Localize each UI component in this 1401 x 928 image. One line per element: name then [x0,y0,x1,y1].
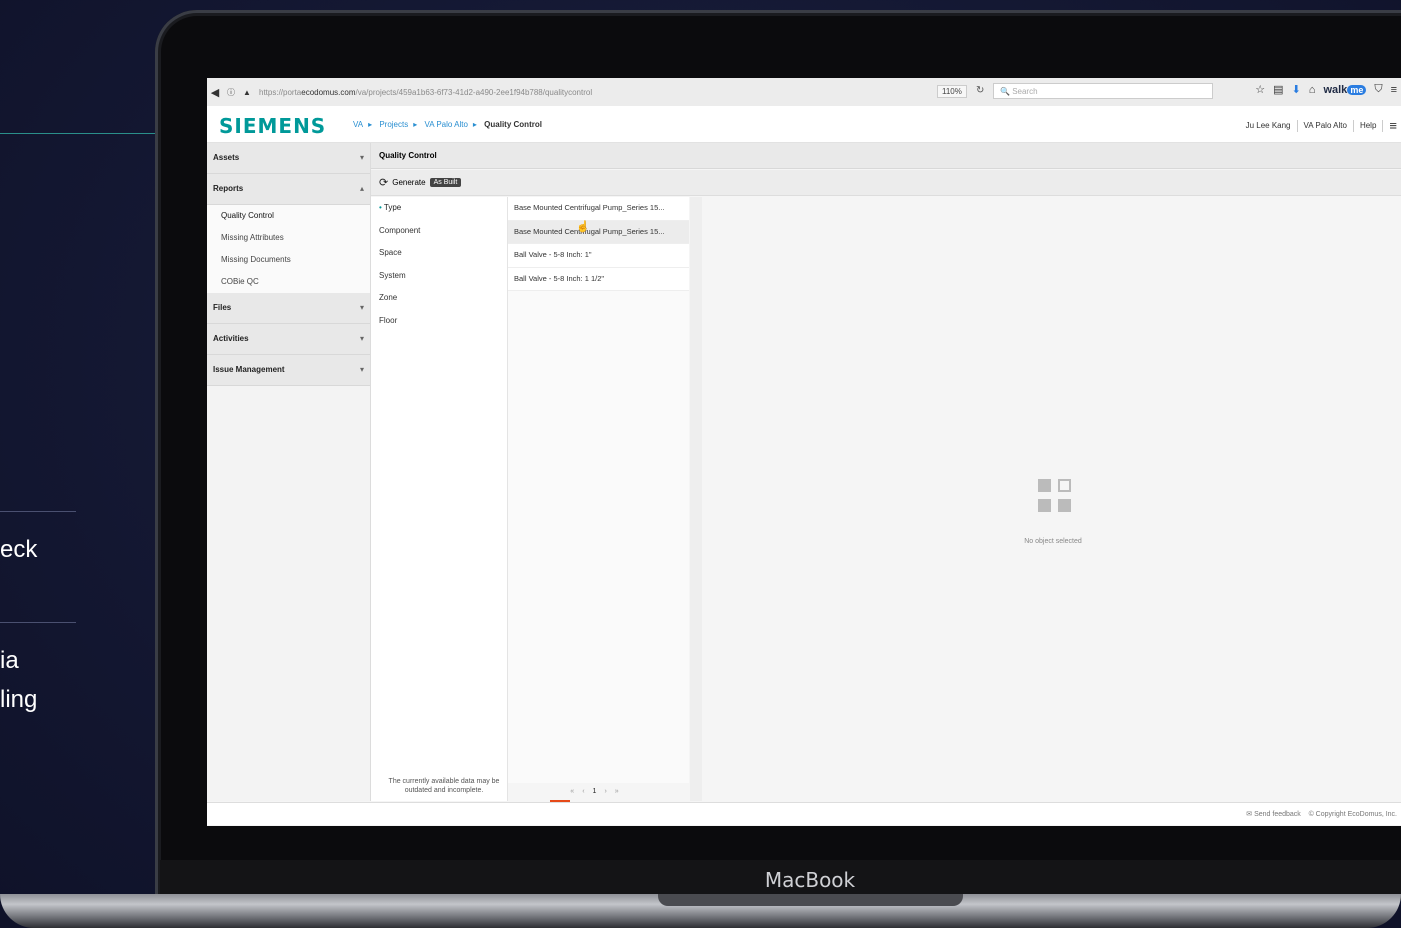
type-filter-space[interactable]: Space [371,242,507,265]
type-filter-floor[interactable]: Floor [371,310,507,333]
library-icon[interactable]: ▤ [1273,83,1283,96]
laptop-brand-label: MacBook [764,868,856,892]
sidebar-section-reports[interactable]: Reports ▴ [207,174,370,205]
refresh-icon[interactable]: ⟳ [379,176,388,189]
app-footer: ✉ Send feedback © Copyright EcoDomus, In… [207,802,1401,825]
sidebar-item-missing-attributes[interactable]: Missing Attributes [207,227,370,249]
send-feedback-link[interactable]: Send feedback [1254,811,1301,818]
list-item[interactable]: Base Mounted Centrifugal Pump_Series 15.… [508,220,689,244]
sidebar-section-activities[interactable]: Activities ▾ [207,324,370,355]
walkme-button[interactable]: walk me [1323,84,1367,96]
laptop-notch [658,894,963,906]
sidebar-section-assets[interactable]: Assets ▾ [207,143,370,174]
chevron-down-icon: ▾ [359,365,364,374]
help-link[interactable]: Help [1360,121,1376,130]
info-icon[interactable]: ⓘ [223,87,239,98]
slide-top-rule [0,133,160,134]
breadcrumb-va[interactable]: VA [353,120,363,129]
sidebar-section-issue-management[interactable]: Issue Management ▾ [207,355,370,386]
breadcrumb-separator-icon: ▸ [472,120,477,129]
prev-page-button[interactable]: ‹ [582,788,592,795]
chevron-down-icon: ▾ [359,334,364,343]
breadcrumb: VA ▸ Projects ▸ VA Palo Alto ▸ Quality Cont… [353,120,542,129]
type-filter-system[interactable]: System [371,265,507,288]
type-filter-zone[interactable]: Zone [371,287,507,310]
current-page[interactable]: 1 [593,788,605,795]
sidebar-section-files[interactable]: Files ▾ [207,293,370,324]
sidebar-item-cobie-qc[interactable]: COBie QC [207,271,370,293]
footer-links: ✉ Send feedback © Copyright EcoDomus, In… [1246,810,1397,818]
url-bar[interactable]: https://portaecodomus.com/va/projects/45… [259,88,959,97]
slide-text-2-line1: ia [0,647,19,674]
slide-text-2-line2: ling [0,686,38,713]
nav-divider [1382,119,1384,132]
lock-icon: ▲ [243,87,251,97]
chevron-up-icon: ▴ [359,184,364,193]
slide-divider-2 [0,622,76,623]
reload-icon[interactable]: ↻ [976,85,984,96]
breadcrumb-projects[interactable]: Projects [379,120,408,129]
item-list: Base Mounted Centrifugal Pump_Series 15.… [508,197,689,783]
list-item[interactable]: Base Mounted Centrifugal Pump_Series 15.… [508,197,689,221]
feedback-icon[interactable]: ✉ [1246,811,1252,818]
first-page-button[interactable]: « [570,788,582,795]
copyright-text: © Copyright EcoDomus, Inc. [1308,811,1397,818]
browser-toolbar: ◀ ⓘ ▲ https://portaecodomus.com/va/proje… [207,78,1401,107]
sidebar-item-missing-documents[interactable]: Missing Documents [207,249,370,271]
download-icon[interactable]: ⬇ [1292,83,1301,96]
browser-search-input[interactable]: 🔍 Search [993,83,1213,99]
shield-icon[interactable]: ⛉ [1374,83,1382,96]
list-item[interactable]: Ball Valve - 5-8 Inch: 1 1/2" [508,267,689,291]
menu-icon[interactable]: ≡ [1391,84,1397,96]
data-disclaimer: The currently available data may be outd… [388,778,500,794]
user-name-link[interactable]: Ju Lee Kang [1246,121,1291,130]
type-filter-component[interactable]: Component [371,220,507,243]
pagination: «‹1›» [508,783,689,801]
empty-state-text: No object selected [1024,538,1082,545]
star-icon[interactable]: ☆ [1255,83,1265,96]
generate-toolbar: ⟳ Generate As Built [371,170,1401,196]
detail-panel: No object selected [703,197,1401,801]
last-page-button[interactable]: » [615,788,627,795]
nav-divider [1296,119,1298,132]
breadcrumb-separator-icon: ▸ [413,120,418,129]
toolbar-icons: ☆ ▤ ⬇ ⌂ walk me ⛉ ≡ [1255,83,1397,96]
laptop-screen: ◀ ⓘ ▲ https://portaecodomus.com/va/proje… [207,78,1401,826]
home-icon[interactable]: ⌂ [1309,84,1316,96]
as-built-badge[interactable]: As Built [429,178,462,187]
breadcrumb-site[interactable]: VA Palo Alto [424,120,467,129]
next-page-button[interactable]: › [604,788,614,795]
type-filter-type[interactable]: Type [371,197,507,220]
chevron-down-icon: ▾ [359,303,364,312]
list-item[interactable]: Ball Valve - 5-8 Inch: 1" [508,244,689,268]
breadcrumb-separator-icon: ▸ [368,120,373,129]
nav-divider [1352,119,1354,132]
app-header: SIEMENS VA ▸ Projects ▸ VA Palo Alto ▸ Qual… [207,106,1401,143]
user-nav: Ju Lee Kang VA Palo Alto Help ≡ [1246,118,1397,133]
zoom-level[interactable]: 110% [937,85,967,98]
siemens-logo[interactable]: SIEMENS [219,114,326,138]
sidebar: Assets ▾ Reports ▴ Quality Control Missing… [207,143,371,801]
site-link[interactable]: VA Palo Alto [1304,121,1347,130]
slide-text-1: eck [0,536,38,563]
breadcrumb-current: Quality Control [484,120,542,129]
chevron-down-icon: ▾ [359,153,364,162]
back-arrow-icon[interactable]: ◀ [207,86,223,99]
hamburger-menu-icon[interactable]: ≡ [1389,118,1397,133]
page-title: Quality Control [371,143,1401,169]
list-scrollbar[interactable] [690,197,702,801]
type-filter-list: Type Component Space System Zone Floor T… [371,197,508,801]
sidebar-item-quality-control[interactable]: Quality Control [207,205,370,227]
generate-button[interactable]: Generate [392,178,425,187]
slide-divider-1 [0,511,76,512]
grid-icon [1038,479,1072,513]
mouse-cursor-icon: ☝ [576,221,590,233]
